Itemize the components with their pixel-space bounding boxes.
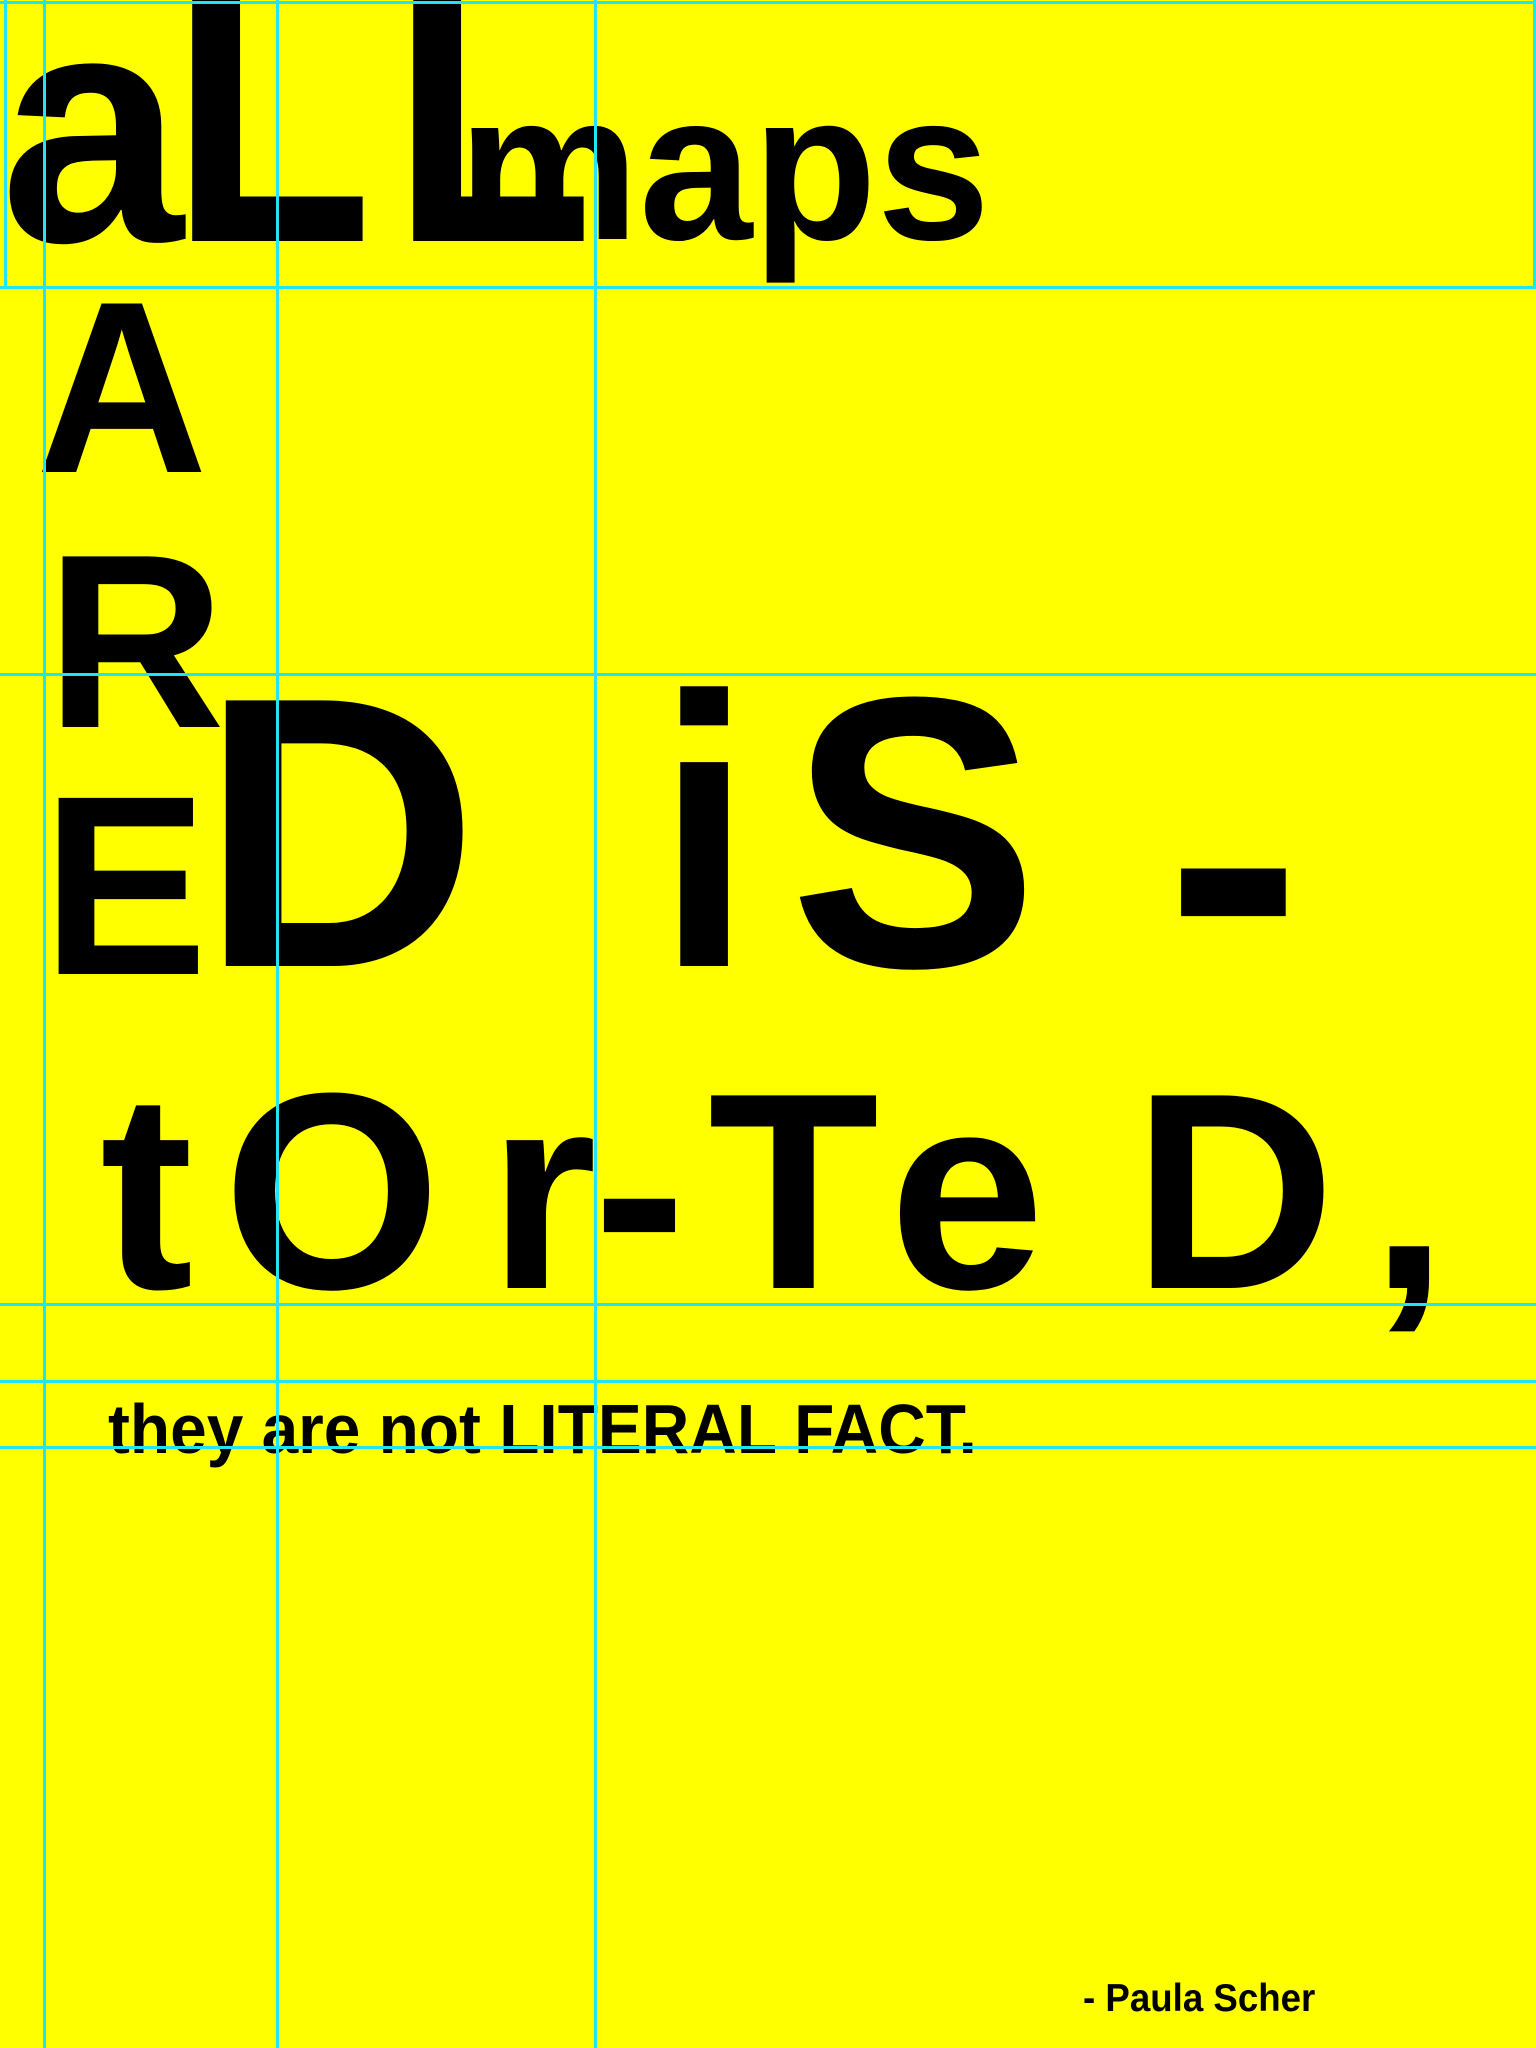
letter-d-large: D: [200, 617, 479, 1048]
hyphen-line2: -: [1165, 634, 1303, 1081]
attribution: - Paula Scher: [1083, 1977, 1316, 2020]
comma: ,: [1370, 1036, 1448, 1348]
letter-r-vertical: R: [46, 502, 226, 780]
letter-e-vertical: E: [42, 743, 208, 1029]
hyphen-line3: -: [593, 1036, 687, 1348]
letter-t-lower: t: [100, 1036, 194, 1348]
word-maps: maps: [458, 49, 991, 284]
guide-horizontal-1: [0, 1, 1536, 4]
letter-d-upper: D: [1133, 1036, 1336, 1348]
guide-vertical-3: [276, 0, 279, 2048]
letter-r-lower: r: [488, 1036, 597, 1348]
poster: a L L maps A R E D i S - t O r - T e D ,…: [0, 0, 1536, 2048]
guide-vertical-2: [43, 0, 46, 2048]
tagline: they are not LITERAL FACT.: [108, 1390, 977, 1468]
letter-e-lower: e: [889, 1036, 1045, 1348]
letter-o-upper: O: [223, 1036, 441, 1348]
letter-i: i: [656, 617, 753, 1048]
guide-horizontal-2: [0, 286, 1536, 289]
letter-t-upper: T: [708, 1036, 880, 1348]
guide-vertical-1: [4, 0, 7, 289]
guide-horizontal-3: [0, 673, 1536, 676]
guide-vertical-4: [594, 0, 597, 2048]
letter-s-large: S: [789, 617, 1039, 1048]
letter-a-lower: a: [0, 0, 184, 311]
guide-horizontal-5: [0, 1380, 1536, 1383]
letter-a-vertical: A: [36, 250, 208, 524]
guide-horizontal-4: [0, 1303, 1536, 1306]
guide-horizontal-6: [0, 1446, 1536, 1449]
